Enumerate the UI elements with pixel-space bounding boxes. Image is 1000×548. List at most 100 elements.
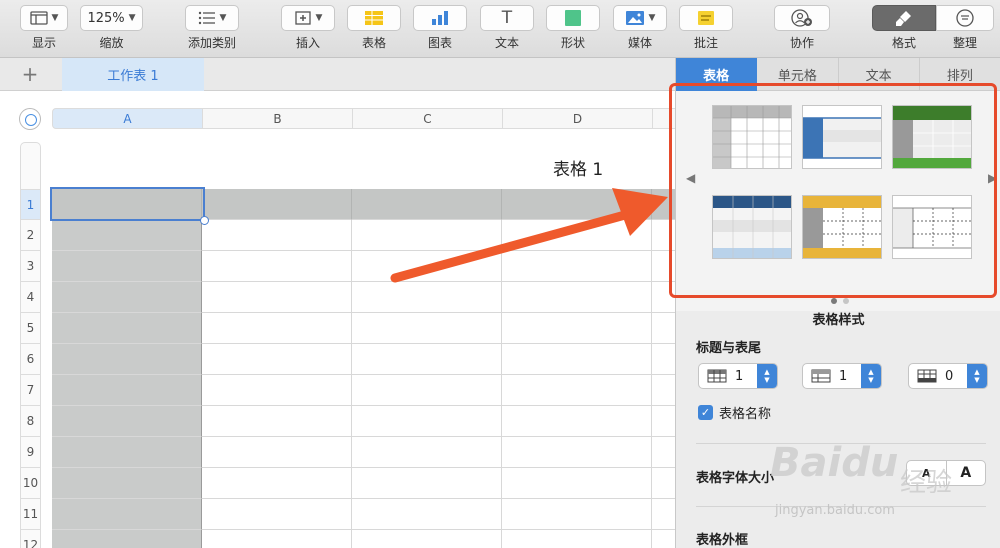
table-cell[interactable] bbox=[502, 375, 652, 406]
header-columns-stepper[interactable]: 1 ▲ ▼ bbox=[802, 363, 882, 389]
table-cell[interactable] bbox=[352, 220, 502, 251]
chart-button[interactable] bbox=[413, 5, 467, 31]
table-cell[interactable] bbox=[52, 313, 202, 344]
page-dot[interactable] bbox=[843, 298, 849, 304]
media-control[interactable]: ▼ 媒体 bbox=[613, 5, 667, 51]
table-cell[interactable] bbox=[502, 282, 652, 313]
table-cell[interactable] bbox=[202, 282, 352, 313]
table-cell[interactable] bbox=[352, 282, 502, 313]
table-row[interactable] bbox=[52, 406, 675, 437]
table-cell[interactable] bbox=[52, 375, 202, 406]
table-cell[interactable] bbox=[502, 313, 652, 344]
table-cell[interactable] bbox=[202, 344, 352, 375]
table-cell[interactable] bbox=[502, 189, 652, 220]
table-cell[interactable] bbox=[352, 468, 502, 499]
table-cell[interactable] bbox=[502, 220, 652, 251]
table-cell[interactable] bbox=[202, 406, 352, 437]
page-indicator[interactable] bbox=[831, 298, 849, 304]
table-cell[interactable] bbox=[202, 499, 352, 530]
table-cell[interactable] bbox=[652, 437, 675, 468]
table-cell[interactable] bbox=[352, 344, 502, 375]
row-header[interactable]: 7 bbox=[20, 375, 41, 406]
comment-control[interactable]: 批注 bbox=[679, 5, 733, 51]
view-button[interactable]: ▼ bbox=[20, 5, 68, 31]
row-header[interactable]: 12 bbox=[20, 530, 41, 548]
table-cell[interactable] bbox=[652, 468, 675, 499]
table-title[interactable]: 表格 1 bbox=[553, 155, 603, 180]
row-header[interactable]: 6 bbox=[20, 344, 41, 375]
sheet-tab-1[interactable]: 工作表 1 bbox=[62, 58, 204, 91]
sheet-canvas[interactable]: A B C D 1 2 3 4 5 6 7 8 9 10 11 12 表格 1 bbox=[0, 91, 675, 548]
table-cell[interactable] bbox=[52, 189, 202, 220]
table-cell[interactable] bbox=[202, 375, 352, 406]
table-grid[interactable] bbox=[52, 189, 675, 548]
table-name-option[interactable]: ✓ 表格名称 bbox=[698, 403, 771, 422]
table-cell[interactable] bbox=[202, 251, 352, 282]
collaborate-button[interactable] bbox=[774, 5, 830, 31]
table-row[interactable] bbox=[52, 282, 675, 313]
column-header-c[interactable]: C bbox=[353, 108, 503, 129]
table-cell[interactable] bbox=[652, 499, 675, 530]
add-sheet-button[interactable]: + bbox=[18, 62, 42, 86]
table-cell[interactable] bbox=[652, 406, 675, 437]
table-cell[interactable] bbox=[652, 375, 675, 406]
format-button[interactable] bbox=[872, 5, 936, 31]
column-header-b[interactable]: B bbox=[203, 108, 353, 129]
row-header[interactable]: 1 bbox=[20, 189, 41, 220]
chart-control[interactable]: 图表 bbox=[413, 5, 467, 51]
row-header[interactable]: 9 bbox=[20, 437, 41, 468]
shape-button[interactable] bbox=[546, 5, 600, 31]
text-control[interactable]: T 文本 bbox=[480, 5, 534, 51]
select-table-button[interactable] bbox=[19, 108, 41, 130]
table-cell[interactable] bbox=[52, 437, 202, 468]
checkmark-icon[interactable]: ✓ bbox=[698, 405, 713, 420]
row-header[interactable]: 2 bbox=[20, 220, 41, 251]
table-cell[interactable] bbox=[652, 313, 675, 344]
table-cell[interactable] bbox=[352, 189, 502, 220]
table-cell[interactable] bbox=[202, 530, 352, 548]
insert-button[interactable]: ▼ bbox=[281, 5, 335, 31]
table-cell[interactable] bbox=[52, 220, 202, 251]
row-header[interactable]: 10 bbox=[20, 468, 41, 499]
format-control[interactable]: 格式 bbox=[872, 5, 936, 51]
row-header[interactable]: 5 bbox=[20, 313, 41, 344]
table-cell[interactable] bbox=[202, 313, 352, 344]
media-button[interactable]: ▼ bbox=[613, 5, 667, 31]
table-row[interactable] bbox=[52, 375, 675, 406]
table-cell[interactable] bbox=[52, 406, 202, 437]
table-row[interactable] bbox=[52, 468, 675, 499]
resize-handle[interactable] bbox=[200, 216, 209, 225]
table-row[interactable] bbox=[52, 220, 675, 251]
row-header[interactable]: 8 bbox=[20, 406, 41, 437]
row-header[interactable]: 11 bbox=[20, 499, 41, 530]
header-rows-stepper[interactable]: 1 ▲ ▼ bbox=[698, 363, 778, 389]
table-button[interactable] bbox=[347, 5, 401, 31]
view-control[interactable]: ▼ 显示 bbox=[20, 5, 68, 51]
table-cell[interactable] bbox=[502, 344, 652, 375]
table-cell[interactable] bbox=[202, 437, 352, 468]
stepper-arrows-icon[interactable]: ▲ ▼ bbox=[757, 364, 777, 388]
table-row[interactable] bbox=[52, 189, 675, 220]
row-header[interactable]: 3 bbox=[20, 251, 41, 282]
table-cell[interactable] bbox=[502, 468, 652, 499]
table-control[interactable]: 表格 bbox=[347, 5, 401, 51]
table-row[interactable] bbox=[52, 437, 675, 468]
stepper-arrows-icon[interactable]: ▲ ▼ bbox=[861, 364, 881, 388]
table-cell[interactable] bbox=[352, 375, 502, 406]
table-cell[interactable] bbox=[52, 530, 202, 548]
comment-button[interactable] bbox=[679, 5, 733, 31]
zoom-select[interactable]: 125% ▼ bbox=[80, 5, 143, 31]
table-cell[interactable] bbox=[502, 437, 652, 468]
table-cell[interactable] bbox=[52, 499, 202, 530]
table-cell[interactable] bbox=[202, 468, 352, 499]
table-cell[interactable] bbox=[502, 406, 652, 437]
column-header-d[interactable]: D bbox=[503, 108, 653, 129]
table-cell[interactable] bbox=[52, 344, 202, 375]
table-cell[interactable] bbox=[502, 530, 652, 548]
table-row[interactable] bbox=[52, 499, 675, 530]
column-header-a[interactable]: A bbox=[52, 108, 203, 129]
table-cell[interactable] bbox=[652, 530, 675, 548]
table-cell[interactable] bbox=[202, 220, 352, 251]
table-row[interactable] bbox=[52, 313, 675, 344]
text-button[interactable]: T bbox=[480, 5, 534, 31]
